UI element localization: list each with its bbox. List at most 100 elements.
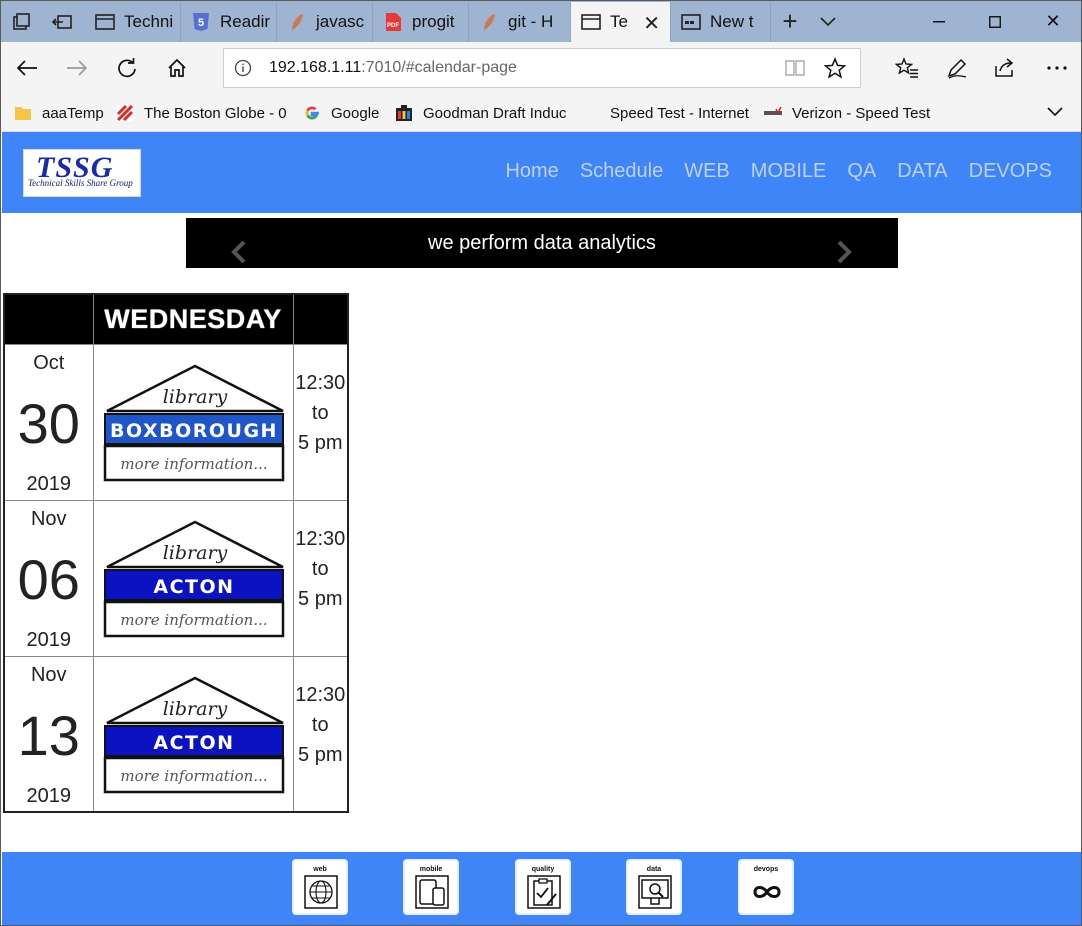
pen-notes-icon[interactable] [939,52,975,84]
favorite-label: aaaTemp [42,104,104,122]
library-name: ACTON [153,576,234,598]
tab-progit[interactable]: PDF progit [373,2,469,42]
library-word: library [162,542,227,564]
data-analytics-icon [638,875,672,909]
tab-techni[interactable]: Techni [85,2,181,42]
date-month: Oct [33,351,65,374]
svg-text:5: 5 [198,17,204,29]
date-month: Nov [30,507,67,530]
carousel: we perform data analytics [186,218,898,268]
time-cell: 12:30 to 5 pm [292,655,349,813]
time-start: 12:30 [295,371,346,394]
chevron-right-icon[interactable] [834,240,854,268]
home-icon[interactable] [159,52,195,84]
footer-data-button[interactable]: data [626,859,682,915]
tab-javascript[interactable]: javasc [277,2,373,42]
chevron-down-icon[interactable] [811,1,845,42]
date-year: 2019 [26,784,72,807]
back-arrow-icon[interactable] [9,52,45,84]
verizon-icon [764,106,782,115]
footer-label: data [646,866,662,873]
leaf-icon [287,12,307,32]
footer-label: quality [531,866,555,873]
minimize-icon[interactable] [913,1,965,42]
calendar-table: WEDNESDAY Oct 30 2019 library BOXBOROUGH more… [3,293,349,813]
forward-arrow-icon[interactable] [59,52,95,84]
date-day: 30 [17,391,80,455]
tab-label: New t [710,12,754,31]
more-info-link[interactable]: more information... [120,767,267,785]
close-window-icon[interactable]: ✕ [1027,1,1079,42]
favorites-hub-icon[interactable] [889,52,925,84]
window-icon [581,12,601,32]
time-end: 5 pm [298,587,343,610]
favorite-verizon[interactable]: Verizon - Speed Test [764,94,944,132]
footer-mobile-button[interactable]: mobile [403,859,459,915]
favorite-goodman[interactable]: Goodman Draft Induc [395,94,567,132]
share-icon[interactable] [987,52,1023,84]
tab-git[interactable]: git - H [469,2,571,42]
chevron-down-icon[interactable] [1045,102,1065,127]
chevron-left-icon[interactable] [229,240,249,268]
date-cell: Nov 13 2019 [3,655,94,813]
library-cell: library ACTON more information... [92,499,294,657]
favorite-aaatemp[interactable]: aaaTemp [14,94,109,132]
nav-home[interactable]: Home [505,160,558,183]
library-word: library [162,386,227,408]
site-header: TSSG Technical Skills Share Group Home S… [2,132,1081,213]
url-host: 192.168.1.11 [269,59,362,76]
footer-quality-button[interactable]: quality [515,859,571,915]
favorites-bar: aaaTemp The Boston Globe - 0 Google Good… [1,94,1081,132]
more-info-link[interactable]: more information... [120,455,267,473]
more-menu-icon[interactable] [1039,52,1075,84]
tssg-logo[interactable]: TSSG Technical Skills Share Group [23,149,141,197]
tab-active[interactable]: Te ✕ [571,2,671,42]
nav-web[interactable]: WEB [684,160,730,183]
calendar-row: Nov 06 2019 library ACTON more information...… [3,499,349,657]
tab-manager-icon[interactable] [3,1,41,42]
folder-icon [15,107,31,120]
date-day: 06 [17,547,80,611]
library-name: BOXBOROUGH [110,420,278,442]
quality-clipboard-icon [527,875,561,909]
set-tabs-aside-icon[interactable] [43,1,81,42]
mobile-devices-icon [415,875,449,909]
time-end: 5 pm [298,431,343,454]
date-cell: Nov 06 2019 [3,499,94,657]
favorite-label: Verizon - Speed Test [792,104,931,122]
calendar-header-row: WEDNESDAY [3,293,349,345]
tab-reading[interactable]: 5 Readir [181,2,277,42]
time-start: 12:30 [295,683,346,706]
library-badge[interactable]: library BOXBOROUGH more information... [103,364,287,482]
maximize-icon[interactable] [969,1,1021,42]
calendar-row: Nov 13 2019 library ACTON more information...… [3,655,349,813]
nav-data[interactable]: DATA [897,160,947,183]
info-icon[interactable] [234,59,252,82]
nav-schedule[interactable]: Schedule [580,160,663,183]
nav-qa[interactable]: QA [847,160,876,183]
browser-window: Techni 5 Readir javasc PDF progit git - … [0,0,1082,926]
logo-subtitle: Technical Skills Share Group [28,178,133,188]
time-end: 5 pm [298,743,343,766]
more-info-link[interactable]: more information... [120,611,267,629]
footer-web-button[interactable]: web [292,859,348,915]
close-tab-icon[interactable]: ✕ [643,11,660,36]
tab-label: progit [412,12,455,31]
nav-mobile[interactable]: MOBILE [751,160,827,183]
url-text[interactable]: 192.168.1.11:7010/#calendar-page [269,59,517,77]
nav-devops[interactable]: DEVOPS [969,160,1052,183]
date-month: Nov [30,663,67,686]
favorite-speed-test[interactable]: Speed Test - Internet [610,94,756,132]
footer-devops-button[interactable]: devops [738,859,794,915]
new-tab-plus-icon[interactable]: + [773,1,807,42]
tab-label: git - H [508,12,554,31]
address-bar[interactable]: 192.168.1.11:7010/#calendar-page [223,48,861,88]
favorite-google[interactable]: Google [303,94,385,132]
library-badge[interactable]: library ACTON more information... [103,676,287,794]
reading-view-icon[interactable] [784,58,806,83]
favorite-boston-globe[interactable]: The Boston Globe - 0 [116,94,292,132]
refresh-icon[interactable] [109,52,145,84]
tab-new[interactable]: New t [671,2,771,42]
favorite-star-icon[interactable] [823,57,847,84]
library-badge[interactable]: library ACTON more information... [103,520,287,638]
